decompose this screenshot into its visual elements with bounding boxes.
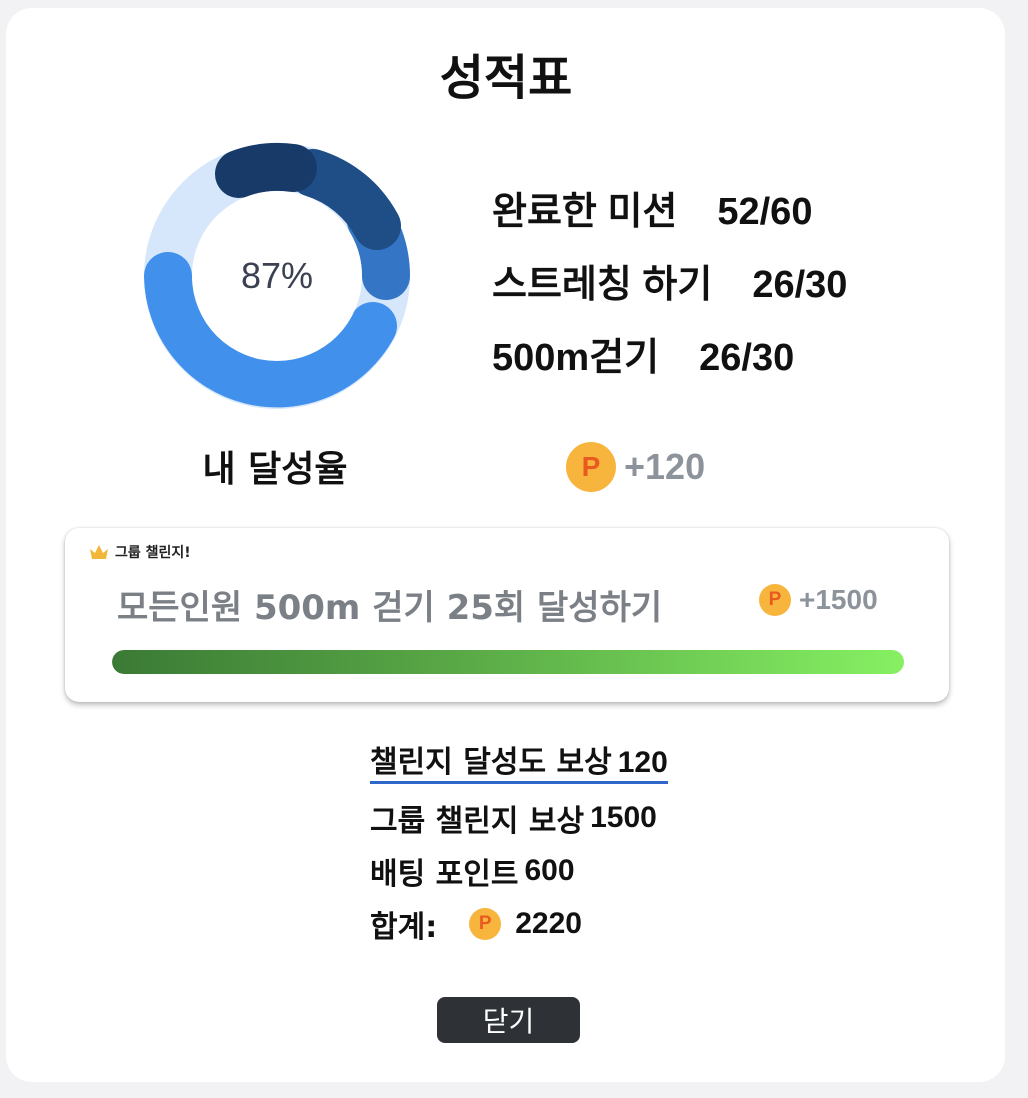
stat-row-completed: 완료한 미션 52/60 bbox=[492, 180, 847, 253]
summary-value: 600 bbox=[524, 853, 575, 887]
stat-value: 26/30 bbox=[752, 264, 848, 306]
stat-value: 26/30 bbox=[699, 337, 795, 379]
close-button[interactable]: 닫기 bbox=[437, 997, 580, 1043]
summary-row-total: 합계: P 2220 bbox=[370, 897, 668, 950]
mission-reward: P +120 bbox=[566, 442, 705, 492]
summary-label: 그룹 챌린지 보상 bbox=[370, 803, 585, 839]
group-progress-fill bbox=[112, 650, 904, 674]
group-challenge-mission: 모든인원 500m 걷기 25회 달성하기 bbox=[117, 588, 663, 628]
stat-label: 스트레칭 하기 bbox=[492, 264, 713, 306]
summary-label: 챌린지 달성도 보상 bbox=[370, 745, 612, 780]
summary-label: 배팅 포인트 bbox=[370, 856, 519, 892]
summary-value: 1500 bbox=[590, 800, 657, 834]
group-challenge-title: 그룹 챌린지! bbox=[115, 545, 191, 561]
summary-row-group: 그룹 챌린지 보상 1500 bbox=[370, 791, 668, 844]
total-label: 합계: bbox=[370, 909, 438, 945]
crown-icon bbox=[90, 545, 108, 559]
group-challenge-header: 그룹 챌린지! bbox=[89, 542, 191, 562]
group-challenge-reward: P +1500 bbox=[759, 584, 878, 616]
point-coin-icon: P bbox=[759, 584, 791, 616]
point-coin-icon: P bbox=[469, 907, 502, 940]
stat-row-walking: 500m걷기 26/30 bbox=[492, 326, 847, 399]
group-reward-amount: +1500 bbox=[799, 584, 878, 615]
stat-value: 52/60 bbox=[717, 191, 813, 233]
achievement-label: 내 달성율 bbox=[202, 449, 348, 490]
summary-value: 120 bbox=[617, 746, 668, 779]
group-challenge-card: 그룹 챌린지! 모든인원 500m 걷기 25회 달성하기 P +1500 bbox=[65, 528, 949, 702]
stat-label: 완료한 미션 bbox=[492, 191, 678, 233]
group-progress-bar bbox=[112, 650, 904, 674]
reward-summary: 챌린지 달성도 보상 120 그룹 챌린지 보상 1500 배팅 포인트 600 합계… bbox=[370, 738, 668, 950]
achievement-percent: 87% bbox=[240, 255, 314, 296]
total-value: 2220 bbox=[515, 906, 582, 940]
mission-stats: 완료한 미션 52/60 스트레칭 하기 26/30 500m걷기 26/30 bbox=[492, 180, 847, 399]
achievement-donut-chart: 87% bbox=[143, 142, 411, 410]
summary-row-betting: 배팅 포인트 600 bbox=[370, 844, 668, 897]
challenge-reward-line: 챌린지 달성도 보상 120 bbox=[370, 745, 668, 784]
summary-row-challenge: 챌린지 달성도 보상 120 bbox=[370, 738, 668, 791]
point-coin-icon: P bbox=[566, 442, 616, 492]
stat-row-stretching: 스트레칭 하기 26/30 bbox=[492, 253, 847, 326]
page-title: 성적표 bbox=[439, 50, 573, 106]
mission-reward-amount: +120 bbox=[624, 446, 706, 487]
stat-label: 500m걷기 bbox=[492, 337, 660, 379]
